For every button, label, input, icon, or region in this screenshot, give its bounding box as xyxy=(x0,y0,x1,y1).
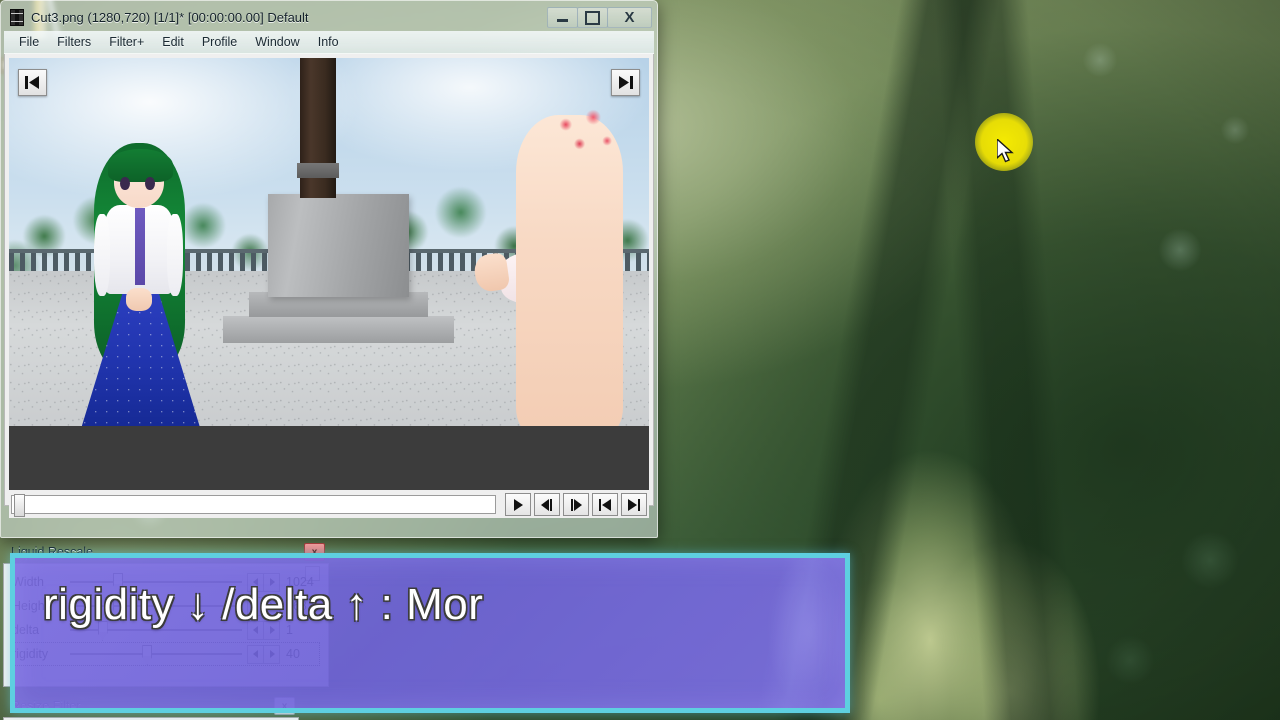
play-button[interactable] xyxy=(505,493,531,516)
seek-slider[interactable] xyxy=(11,494,496,517)
scene-pillar-band xyxy=(297,162,340,178)
first-image-button[interactable] xyxy=(18,69,47,96)
window-controls: X xyxy=(547,7,652,28)
last-image-icon xyxy=(619,76,633,89)
character-hands xyxy=(125,287,153,312)
aviutl-title-bar[interactable]: Cut3.png (1280,720) [1/1]* [00:00:00.00]… xyxy=(4,4,654,31)
aviutl-client-area xyxy=(4,54,654,518)
menu-item-window[interactable]: Window xyxy=(246,33,308,51)
menu-item-profile[interactable]: Profile xyxy=(193,33,246,51)
character-blonde-hair xyxy=(470,94,636,426)
maximize-icon xyxy=(585,10,600,25)
subtitle-caption-text: rigidity ↓ /delta ↑ : Mor xyxy=(43,580,484,629)
subtitle-caption-box: rigidity ↓ /delta ↑ : Mor xyxy=(10,553,850,713)
minimize-button[interactable] xyxy=(547,7,578,28)
first-frame-icon xyxy=(599,498,611,511)
prev-frame-icon xyxy=(541,498,552,511)
scene-stone-block xyxy=(268,194,409,298)
character-hair-front xyxy=(108,149,174,182)
prev-frame-button[interactable] xyxy=(534,493,560,516)
close-icon: X xyxy=(624,9,635,26)
character-arm-right xyxy=(167,214,184,297)
menu-item-file[interactable]: File xyxy=(10,33,48,51)
last-frame-button[interactable] xyxy=(621,493,647,516)
aviutl-window-title: Cut3.png (1280,720) [1/1]* [00:00:00.00]… xyxy=(31,10,309,25)
character-eye-left xyxy=(120,177,130,191)
next-frame-button[interactable] xyxy=(563,493,589,516)
film-strip-icon xyxy=(10,9,24,26)
close-button[interactable]: X xyxy=(607,7,652,28)
character-necktie xyxy=(134,208,146,285)
menu-item-filters[interactable]: Filters xyxy=(48,33,100,51)
maximize-button[interactable] xyxy=(577,7,608,28)
image-preview-canvas[interactable] xyxy=(9,58,649,426)
character-hair-ribbon xyxy=(539,94,627,170)
desktop-background: Reserved. Cut3.png (1280,720) [1/1]* [00… xyxy=(0,0,1280,720)
menu-item-info[interactable]: Info xyxy=(309,33,348,51)
seek-slider-thumb[interactable] xyxy=(14,494,25,517)
minimize-icon xyxy=(557,19,568,22)
scene-step-lower xyxy=(223,315,454,344)
aviutl-menu-bar: File Filters Filter+ Edit Profile Window… xyxy=(4,31,654,54)
aviutl-main-window[interactable]: Cut3.png (1280,720) [1/1]* [00:00:00.00]… xyxy=(0,0,658,538)
menu-item-filterplus[interactable]: Filter+ xyxy=(100,33,153,51)
character-eye-right xyxy=(145,177,155,191)
last-image-button[interactable] xyxy=(611,69,640,96)
first-frame-button[interactable] xyxy=(592,493,618,516)
character-open-hand xyxy=(472,251,511,294)
character-green-hair xyxy=(73,132,220,426)
next-frame-icon xyxy=(571,498,582,511)
character-arm-left xyxy=(93,214,110,297)
menu-item-edit[interactable]: Edit xyxy=(153,33,193,51)
canvas-letterbox-strip xyxy=(9,426,649,490)
play-icon xyxy=(513,498,523,511)
transport-bar xyxy=(9,490,649,518)
first-image-icon xyxy=(25,76,39,89)
last-frame-icon xyxy=(628,498,640,511)
